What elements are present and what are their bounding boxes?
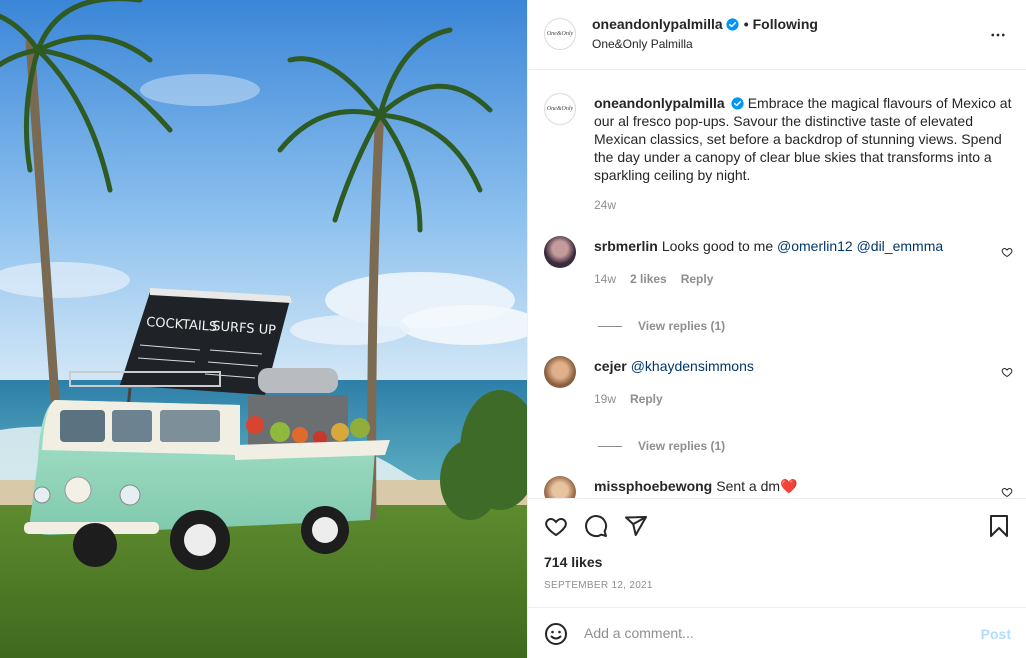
comment-username[interactable]: cejer xyxy=(594,358,627,374)
caption: oneandonlypalmilla Embrace the magical fl… xyxy=(594,94,1014,184)
view-replies-button[interactable]: View replies (1) xyxy=(598,319,725,333)
caption-avatar-logo-text: One&Only xyxy=(546,106,574,112)
post-details-panel: One&Only oneandonlypalmilla • Following On… xyxy=(527,0,1026,658)
header-subname[interactable]: One&Only Palmilla xyxy=(592,37,693,51)
comment-bubble-icon[interactable] xyxy=(584,514,608,538)
comment-username[interactable]: missphoebewong xyxy=(594,478,712,494)
comment-body: Looks good to me xyxy=(661,238,777,254)
post-photo-image: COCKTAILS SURFS UP xyxy=(0,0,527,658)
post-actions: 714 likes SEPTEMBER 12, 2021 xyxy=(528,498,1026,607)
caption-username[interactable]: oneandonlypalmilla xyxy=(594,95,725,111)
view-replies-button[interactable]: View replies (1) xyxy=(598,439,725,453)
comment-time[interactable]: 19w xyxy=(594,392,616,406)
add-comment-bar: Post xyxy=(528,607,1026,658)
reply-button[interactable]: Reply xyxy=(681,272,714,286)
comment-text-line: missphoebewong Sent a dm❤️ xyxy=(594,478,797,495)
add-comment-input[interactable] xyxy=(584,625,944,641)
header-user-line: oneandonlypalmilla • Following xyxy=(592,16,818,32)
caption-avatar[interactable]: One&Only xyxy=(544,93,576,125)
comment-mentions[interactable]: @khaydensimmons xyxy=(631,358,754,374)
header-separator: • xyxy=(743,16,749,32)
view-replies-line xyxy=(598,446,622,448)
comment-text-line: cejer @khaydensimmons xyxy=(594,358,754,374)
caption-time[interactable]: 24w xyxy=(594,198,616,212)
comment-body: Sent a dm❤️ xyxy=(716,478,798,494)
header-avatar[interactable]: One&Only xyxy=(544,18,576,50)
verified-badge-icon xyxy=(726,18,739,31)
likes-count[interactable]: 714 likes xyxy=(544,554,602,570)
following-button[interactable]: Following xyxy=(753,16,818,32)
comment-meta: 14w 2 likes Reply xyxy=(594,272,713,286)
bookmark-icon[interactable] xyxy=(987,514,1011,538)
reply-button[interactable]: Reply xyxy=(630,392,663,406)
comment-text-line: srbmerlin Looks good to me @omerlin12 @di… xyxy=(594,238,943,254)
comment-avatar[interactable] xyxy=(544,476,576,498)
share-send-icon[interactable] xyxy=(624,514,648,538)
comment-username[interactable]: srbmerlin xyxy=(594,238,658,254)
avatar-logo-text: One&Only xyxy=(546,31,574,37)
view-replies-line xyxy=(598,326,622,328)
comment-avatar[interactable] xyxy=(544,236,576,268)
view-replies-label: View replies (1) xyxy=(638,319,726,333)
comment-likes[interactable]: 2 likes xyxy=(630,272,667,286)
post-date: SEPTEMBER 12, 2021 xyxy=(544,580,653,591)
more-horizontal-icon[interactable] xyxy=(989,26,1007,44)
view-replies-label: View replies (1) xyxy=(638,439,726,453)
emoji-icon[interactable] xyxy=(544,622,568,646)
comment-like-heart-icon[interactable] xyxy=(1001,246,1013,258)
post-button[interactable]: Post xyxy=(981,626,1011,642)
header-username[interactable]: oneandonlypalmilla xyxy=(592,16,723,32)
post-header: One&Only oneandonlypalmilla • Following On… xyxy=(528,0,1026,70)
comment-avatar[interactable] xyxy=(544,356,576,388)
comment-time[interactable]: 14w xyxy=(594,272,616,286)
comment-like-heart-icon[interactable] xyxy=(1001,366,1013,378)
post-photo[interactable]: COCKTAILS SURFS UP xyxy=(0,0,527,658)
verified-badge-icon xyxy=(731,97,744,110)
comment-like-heart-icon[interactable] xyxy=(1001,486,1013,498)
comment-mentions[interactable]: @omerlin12 @dil_emmma xyxy=(777,238,943,254)
comments-list[interactable]: One&Only oneandonlypalmilla Embrace the m… xyxy=(528,71,1026,498)
comment-meta: 19w Reply xyxy=(594,392,663,406)
like-heart-icon[interactable] xyxy=(544,514,568,538)
